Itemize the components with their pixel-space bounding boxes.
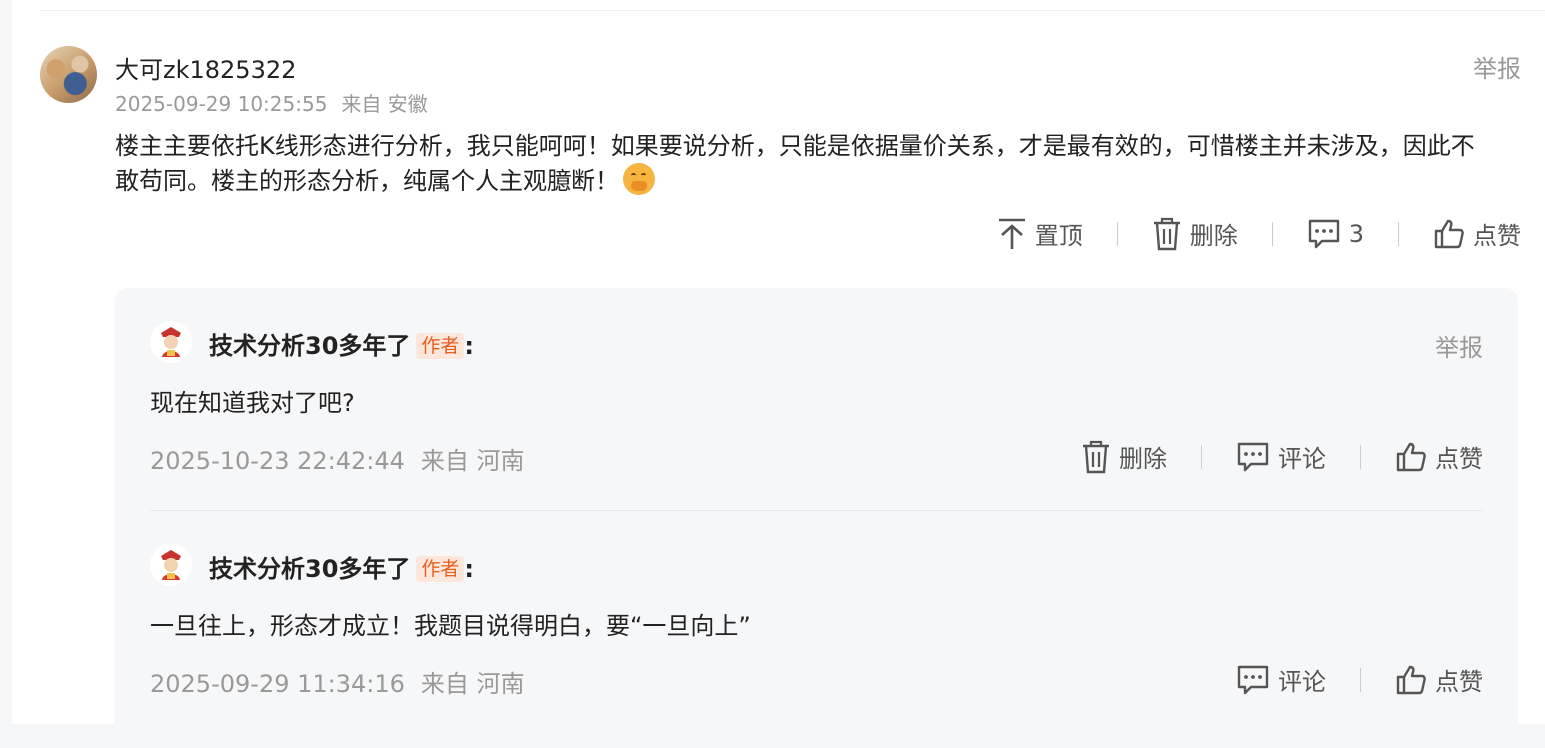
comment-location: 来自 安徽 bbox=[341, 92, 428, 116]
pin-top-icon bbox=[998, 218, 1025, 249]
author-avatar-icon bbox=[150, 321, 192, 363]
action-divider bbox=[1398, 221, 1399, 246]
comment-timestamp: 2025-09-29 10:25:55 bbox=[115, 92, 328, 116]
reply-text: 一旦往上，形态才成立！我题目说得明白，要“一旦向上” bbox=[150, 612, 751, 640]
comment-text: 楼主主要依托K线形态进行分析，我只能呵呵！如果要说分析，只能是依据量价关系，才是… bbox=[115, 129, 1515, 198]
author-avatar-icon bbox=[150, 544, 192, 586]
comment-bubble-icon bbox=[1308, 219, 1339, 248]
reply-delete-button[interactable]: 删除 bbox=[1081, 439, 1167, 474]
reply-avatar[interactable] bbox=[150, 321, 192, 363]
reply-comment-label: 评论 bbox=[1278, 668, 1326, 696]
trash-icon bbox=[1153, 217, 1180, 250]
reply-like-label: 点赞 bbox=[1435, 668, 1483, 696]
pin-button[interactable]: 置顶 bbox=[997, 216, 1083, 251]
author-colon: : bbox=[464, 555, 475, 583]
reply-author-name[interactable]: 技术分析30多年了 bbox=[209, 555, 410, 583]
replies-panel: 技术分析30多年了 作者: 举报 现在知道我对了吧? 2025-10-23 22:… bbox=[115, 288, 1518, 748]
comment-text-line-1: 楼主主要依托K线形态进行分析，我只能呵呵！如果要说分析，只能是依据量价关系，才是… bbox=[115, 132, 1475, 160]
action-divider bbox=[1201, 444, 1202, 469]
reply-author: 技术分析30多年了 作者: bbox=[209, 326, 474, 361]
reply-count-button[interactable]: 3 bbox=[1307, 218, 1364, 250]
reply-count: 3 bbox=[1348, 219, 1364, 248]
reply-comment-button[interactable]: 评论 bbox=[1236, 662, 1326, 697]
action-divider bbox=[1360, 444, 1361, 469]
report-link[interactable]: 举报 bbox=[1473, 49, 1521, 84]
reply-comment-button[interactable]: 评论 bbox=[1236, 439, 1326, 474]
thumbs-up-icon bbox=[1434, 219, 1464, 248]
user-avatar[interactable] bbox=[40, 46, 97, 103]
thumbs-up-icon bbox=[1396, 442, 1426, 471]
reply-item: 技术分析30多年了 作者: 一旦往上，形态才成立！我题目说得明白，要“一旦向上” … bbox=[150, 544, 1483, 734]
reply-timestamp: 2025-10-23 22:42:44 bbox=[150, 447, 405, 475]
delete-button[interactable]: 删除 bbox=[1152, 216, 1238, 251]
reply-like-label: 点赞 bbox=[1435, 445, 1483, 473]
reply-like-button[interactable]: 点赞 bbox=[1395, 662, 1483, 697]
reply-report-link[interactable]: 举报 bbox=[1435, 328, 1483, 363]
comment-text-line-2: 敢苟同。楼主的形态分析，纯属个人主观臆断！ bbox=[115, 167, 619, 195]
action-divider bbox=[1271, 221, 1273, 246]
reply-text: 现在知道我对了吧? bbox=[150, 389, 355, 417]
reply-actions: 删除 评论 点赞 bbox=[1081, 439, 1483, 474]
reply-author-name[interactable]: 技术分析30多年了 bbox=[209, 332, 410, 360]
comment-actions: 置顶 删除 3 点赞 bbox=[997, 216, 1521, 251]
comment-page: 大可zk1825322 2025-09-29 10:25:55 来自 安徽 举报 … bbox=[12, 0, 1545, 748]
author-tag: 作者 bbox=[416, 333, 465, 359]
like-label: 点赞 bbox=[1473, 222, 1521, 250]
reply-avatar[interactable] bbox=[150, 544, 192, 586]
reply-item: 技术分析30多年了 作者: 举报 现在知道我对了吧? 2025-10-23 22:… bbox=[150, 321, 1483, 511]
reply-delete-label: 删除 bbox=[1119, 445, 1167, 473]
reply-author: 技术分析30多年了 作者: bbox=[209, 549, 474, 584]
like-button[interactable]: 点赞 bbox=[1433, 216, 1521, 251]
comment-meta: 2025-09-29 10:25:55 来自 安徽 bbox=[115, 88, 428, 117]
reply-timestamp: 2025-09-29 11:34:16 bbox=[150, 670, 405, 698]
top-divider bbox=[40, 10, 1545, 11]
comment-bubble-icon bbox=[1237, 665, 1269, 694]
comment-author-name[interactable]: 大可zk1825322 bbox=[115, 50, 296, 85]
author-tag: 作者 bbox=[416, 556, 465, 582]
reply-location: 来自 河南 bbox=[420, 670, 525, 698]
reply-actions: 评论 点赞 bbox=[1236, 662, 1483, 697]
delete-label: 删除 bbox=[1189, 222, 1238, 250]
covering-mouth-emoji-icon bbox=[623, 163, 655, 195]
action-divider bbox=[1116, 221, 1118, 246]
reply-comment-label: 评论 bbox=[1278, 445, 1326, 473]
thumbs-up-icon bbox=[1396, 665, 1426, 694]
pin-label: 置顶 bbox=[1034, 222, 1083, 250]
trash-icon bbox=[1083, 440, 1109, 473]
author-colon: : bbox=[464, 332, 475, 360]
reply-location: 来自 河南 bbox=[420, 447, 525, 475]
action-divider bbox=[1360, 667, 1361, 692]
reply-meta: 2025-09-29 11:34:16 来自 河南 bbox=[150, 664, 525, 699]
reply-like-button[interactable]: 点赞 bbox=[1395, 439, 1483, 474]
reply-meta: 2025-10-23 22:42:44 来自 河南 bbox=[150, 441, 525, 476]
reply-divider bbox=[150, 510, 1483, 511]
comment-bubble-icon bbox=[1237, 442, 1269, 471]
